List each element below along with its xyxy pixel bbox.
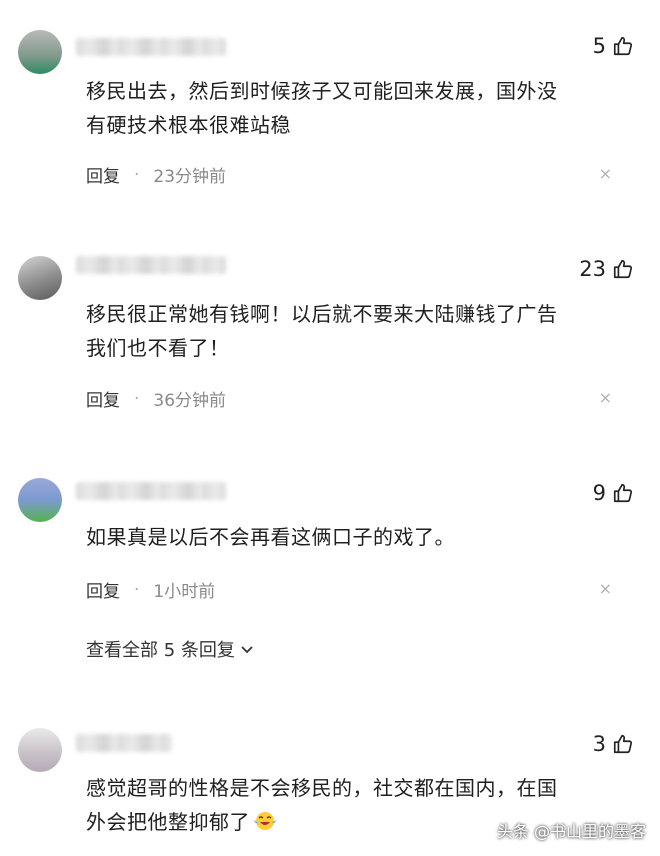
comment-text-line: 移民出去，然后到时候孩子又可能回来发展，国外没 [86, 79, 558, 103]
avatar[interactable] [18, 30, 62, 74]
comment-meta: 回复 · 23分钟前 [86, 162, 227, 188]
like-button[interactable]: 23 [579, 257, 634, 281]
separator: · [134, 388, 140, 409]
like-button[interactable]: 9 [593, 481, 634, 505]
username-blurred[interactable] [76, 38, 226, 56]
avatar[interactable] [18, 256, 62, 300]
like-count: 23 [579, 257, 606, 281]
separator: · [134, 579, 140, 600]
close-icon[interactable]: × [599, 579, 612, 598]
comment-text-line: 外会把他整抑郁了 [86, 810, 250, 834]
like-button[interactable]: 5 [593, 34, 634, 58]
like-count: 5 [592, 34, 606, 58]
close-icon[interactable]: × [599, 388, 612, 407]
separator: · [134, 164, 140, 185]
comment-text-line: 我们也不看了！ [86, 336, 230, 360]
reply-button[interactable]: 回复 [86, 162, 120, 187]
timestamp: 36分钟前 [153, 391, 227, 411]
reply-button[interactable]: 回复 [86, 577, 120, 602]
username-blurred[interactable] [76, 482, 226, 500]
thumbs-up-icon [613, 36, 633, 56]
thumbs-up-icon [613, 734, 633, 754]
timestamp: 1小时前 [153, 582, 216, 602]
avatar[interactable] [18, 478, 62, 522]
comment-text-line: 移民很正常她有钱啊！以后就不要来大陆赚钱了广告 [86, 302, 558, 326]
close-icon[interactable]: × [599, 164, 612, 183]
like-count: 9 [592, 481, 606, 505]
username-blurred[interactable] [76, 256, 226, 274]
comment-text: 如果真是以后不会再看这俩口子的戏了。 [86, 520, 626, 554]
username-blurred[interactable] [76, 734, 172, 752]
like-button[interactable]: 3 [593, 732, 634, 756]
comment-text: 移民很正常她有钱啊！以后就不要来大陆赚钱了广告 我们也不看了！ [86, 297, 626, 365]
comment-text: 移民出去，然后到时候孩子又可能回来发展，国外没 有硬技术根本很难站稳 [86, 74, 626, 142]
watermark: 头条 @书山里的墨客 [496, 822, 646, 841]
comment-meta: 回复 · 36分钟前 [86, 386, 227, 412]
comment-text-line: 感觉超哥的性格是不会移民的，社交都在国内，在国 [86, 776, 558, 800]
view-all-replies-button[interactable]: 查看全部 5 条回复 [86, 636, 255, 662]
comment-text-line: 有硬技术根本很难站稳 [86, 113, 291, 137]
view-all-replies-label: 查看全部 5 条回复 [86, 640, 235, 661]
chevron-down-icon [241, 646, 253, 654]
avatar[interactable] [18, 728, 62, 772]
thumbs-up-icon [613, 259, 633, 279]
crying-laughing-emoji-icon [254, 812, 276, 830]
comment-text-line: 如果真是以后不会再看这俩口子的戏了。 [86, 525, 455, 549]
like-count: 3 [592, 732, 606, 756]
reply-button[interactable]: 回复 [86, 386, 120, 411]
thumbs-up-icon [613, 483, 633, 503]
comment-meta: 回复 · 1小时前 [86, 577, 216, 603]
timestamp: 23分钟前 [153, 167, 227, 187]
